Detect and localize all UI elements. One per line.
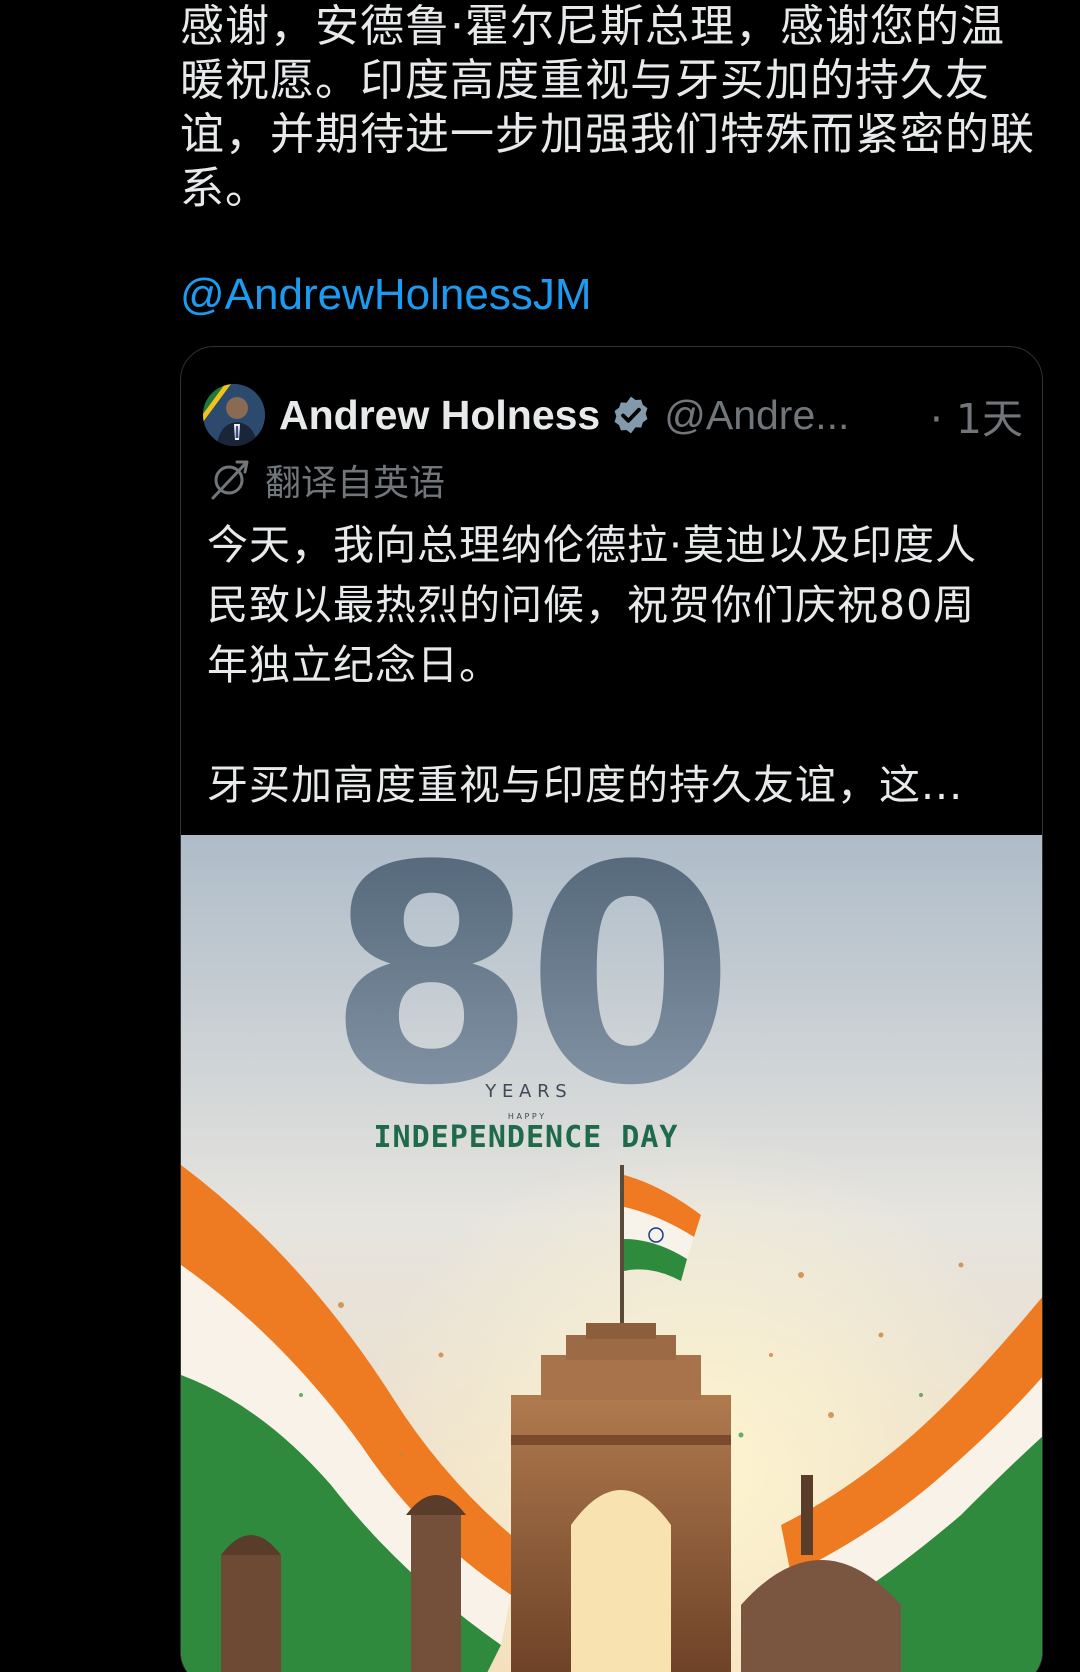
mention-link[interactable]: @AndrewHolnessJM bbox=[180, 270, 591, 320]
author-handle[interactable]: @Andre... bbox=[664, 392, 849, 439]
quote-paragraph: 牙买加高度重视与印度的持久友谊，这... bbox=[207, 761, 964, 809]
quoted-tweet-text: 今天，我向总理纳伦德拉·莫迪以及印度人民致以最热烈的问候，祝贺你们庆祝80周年独… bbox=[207, 515, 1007, 815]
poster-image[interactable]: 80 Y E A R S H A P P Y INDEPENDENCE DAY bbox=[181, 835, 1042, 1672]
poster-title: INDEPENDENCE DAY bbox=[374, 1120, 679, 1155]
quoted-tweet-card[interactable]: Andrew Holness @Andre... · 1天 翻译自英语 今天，我… bbox=[180, 346, 1043, 1672]
verified-badge-icon bbox=[614, 396, 648, 434]
post-time[interactable]: · 1天 bbox=[930, 385, 1023, 445]
avatar[interactable] bbox=[203, 384, 265, 446]
translation-notice[interactable]: 翻译自英语 bbox=[207, 455, 445, 505]
quote-paragraph: 今天，我向总理纳伦德拉·莫迪以及印度人民致以最热烈的问候，祝贺你们庆祝80周年独… bbox=[207, 521, 978, 689]
translate-icon bbox=[211, 460, 249, 500]
poster-80: 80 bbox=[327, 835, 724, 1151]
tweet-text: 感谢，安德鲁·霍尔尼斯总理，感谢您的温暖祝愿。印度高度重视与牙买加的持久友谊，并… bbox=[180, 1, 1035, 214]
translate-label: 翻译自英语 bbox=[265, 463, 446, 504]
quoted-tweet-header: Andrew Holness @Andre... · 1天 bbox=[203, 383, 1023, 447]
poster-years: Y E A R S bbox=[484, 1081, 567, 1102]
author-name[interactable]: Andrew Holness bbox=[279, 392, 600, 439]
